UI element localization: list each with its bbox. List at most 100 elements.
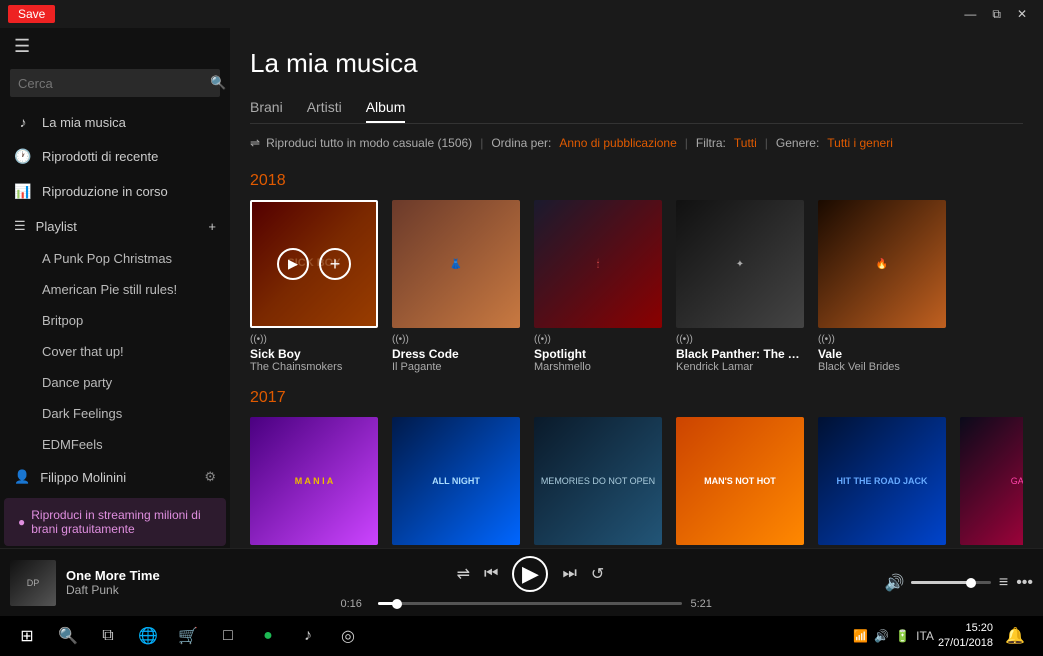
album-artist: Kendrick Lamar — [676, 361, 804, 373]
clock[interactable]: 15:20 27/01/2018 — [938, 621, 993, 652]
main-content: La mia musica Brani Artisti Album ⇌ Ripr… — [230, 28, 1043, 548]
main-header: La mia musica Brani Artisti Album — [230, 28, 1043, 136]
system-tray: 📶 🔊 🔋 ITA — [853, 629, 934, 643]
sidebar-playlist-dark[interactable]: Dark Feelings — [0, 398, 230, 429]
album-sick-boy[interactable]: SICK BOY ▶ + ((•)) Sick Boy The Chainsmo… — [250, 200, 378, 373]
np-album-art: DP — [10, 560, 56, 606]
np-progress-thumb — [392, 599, 402, 609]
play-button[interactable]: ▶ — [512, 556, 548, 592]
playlist-label: American Pie still rules! — [42, 282, 177, 297]
taskbar-files[interactable]: □ — [210, 618, 246, 654]
genre-label: Genere: — [776, 136, 819, 150]
np-progress-bar[interactable] — [378, 602, 682, 605]
repeat-button[interactable]: ↺ — [591, 564, 604, 584]
sidebar-playlist-american-pie[interactable]: American Pie still rules! — [0, 274, 230, 305]
tab-brani[interactable]: Brani — [250, 93, 283, 123]
music-icon: ♪ — [14, 114, 32, 130]
albums-row-2018: SICK BOY ▶ + ((•)) Sick Boy The Chainsmo… — [250, 200, 1023, 373]
sidebar-item-la-mia-musica[interactable]: ♪ La mia musica — [0, 105, 230, 139]
album-vale[interactable]: 🔥 ((•)) Vale Black Veil Brides — [818, 200, 946, 373]
np-time-total: 5:21 — [690, 598, 720, 610]
taskbar-task-view[interactable]: ⧉ — [90, 618, 126, 654]
albums-container: 2018 SICK BOY ▶ + ((•)) Sick Boy — [230, 160, 1043, 548]
sidebar-playlist-dance[interactable]: Dance party — [0, 367, 230, 398]
album-all-night[interactable]: ALL NIGHT ((•)) All Night Steve Aoki — [392, 417, 520, 548]
main-layout: ☰ 🔍 ♪ La mia musica 🕐 Riprodotti di rece… — [0, 28, 1043, 548]
album-name: Dress Code — [392, 347, 520, 361]
taskbar-icons: 🔍 ⧉ 🌐 🛒 □ ● ♪ ◎ — [50, 618, 853, 654]
add-icon[interactable]: + — [319, 248, 351, 280]
album-name: Spotlight — [534, 347, 662, 361]
album-artist: Marshmello — [534, 361, 662, 373]
playlist-section[interactable]: ☰ Playlist + — [0, 209, 230, 243]
playlist-label: Britpop — [42, 313, 83, 328]
volume-bar[interactable] — [911, 581, 991, 584]
menu-icon[interactable]: ☰ — [0, 28, 230, 65]
save-button[interactable]: Save — [8, 5, 55, 23]
album-gang[interactable]: GANG ((•)) GANG (feat. Kris Kiss) Merk &… — [960, 417, 1023, 548]
recent-icon: 🕐 — [14, 148, 32, 165]
playlist-label: A Punk Pop Christmas — [42, 251, 172, 266]
clock-time: 15:20 — [938, 621, 993, 636]
volume-tray-icon[interactable]: 🔊 — [874, 629, 889, 643]
taskbar-groove[interactable]: ♪ — [290, 618, 326, 654]
sidebar-playlist-cover[interactable]: Cover that up! — [0, 336, 230, 367]
taskbar-search[interactable]: 🔍 — [50, 618, 86, 654]
album-hit-the-road[interactable]: HIT THE ROAD JACK ((•)) Hit The Road Jac… — [818, 417, 946, 548]
album-mans-not-hot[interactable]: MAN'S NOT HOT ((•)) Man's Not Hot Big Sh… — [676, 417, 804, 548]
sidebar-playlist-punk-christmas[interactable]: A Punk Pop Christmas — [0, 243, 230, 274]
queue-button[interactable]: ≡ — [999, 574, 1008, 592]
sidebar-playlist-edmfeels[interactable]: EDMFeels — [0, 429, 230, 460]
album-black-panther[interactable]: ✦ ((•)) Black Panther: The Album Kendric… — [676, 200, 804, 373]
next-button[interactable]: ⏭ — [562, 565, 576, 583]
shuffle-button[interactable]: ⇌ — [457, 564, 470, 584]
user-item[interactable]: 👤 Filippo Molinini ⚙ — [0, 460, 230, 494]
search-input[interactable] — [10, 70, 202, 97]
genre-value[interactable]: Tutti i generi — [827, 136, 893, 150]
taskbar-spotify[interactable]: ● — [250, 618, 286, 654]
spotify-promo[interactable]: ● Riproduci in streaming milioni di bran… — [4, 498, 226, 546]
album-name: Sick Boy — [250, 347, 378, 361]
sidebar-item-riprodotti[interactable]: 🕐 Riprodotti di recente — [0, 139, 230, 174]
notification-button[interactable]: 🔔 — [997, 618, 1033, 654]
network-icon[interactable]: 📶 — [853, 629, 868, 643]
start-button[interactable]: ⊞ — [4, 616, 50, 656]
restore-button[interactable]: ⧉ — [984, 5, 1009, 24]
album-dress-code[interactable]: 👗 ((•)) Dress Code Il Pagante — [392, 200, 520, 373]
close-button[interactable]: ✕ — [1009, 5, 1035, 23]
tab-artisti[interactable]: Artisti — [307, 93, 342, 123]
album-spotlight[interactable]: 🕯 ((•)) Spotlight Marshmello — [534, 200, 662, 373]
album-artist: The Chainsmokers — [250, 361, 378, 373]
playlist-icon: ☰ — [14, 218, 26, 234]
album-mania[interactable]: M A N I A ((•)) M A N I A Fall Out Boy — [250, 417, 378, 548]
sort-label: Ordina per: — [491, 136, 551, 150]
gear-icon[interactable]: ⚙ — [204, 469, 216, 485]
album-type: ((•)) — [818, 334, 946, 345]
np-artist: Daft Punk — [66, 583, 186, 597]
battery-icon[interactable]: 🔋 — [895, 629, 910, 643]
volume-control: 🔊 — [885, 573, 991, 593]
spotify-icon: ● — [18, 515, 25, 529]
album-name: Black Panther: The Album — [676, 347, 804, 361]
np-right-controls: 🔊 ≡ ••• — [885, 573, 1033, 593]
taskbar-edge[interactable]: 🌐 — [130, 618, 166, 654]
prev-button[interactable]: ⏮ — [484, 565, 498, 583]
taskbar-store[interactable]: 🛒 — [170, 618, 206, 654]
sort-value[interactable]: Anno di pubblicazione — [559, 136, 676, 150]
sidebar-item-label: La mia musica — [42, 115, 126, 130]
minimize-button[interactable]: — — [956, 5, 984, 23]
album-memories[interactable]: MEMORIES DO NOT OPEN ((•)) Memories...Do… — [534, 417, 662, 548]
add-playlist-icon[interactable]: + — [208, 219, 216, 234]
tab-album[interactable]: Album — [366, 93, 406, 123]
year-2018: 2018 — [250, 172, 1023, 190]
more-button[interactable]: ••• — [1016, 574, 1033, 592]
taskbar-target[interactable]: ◎ — [330, 618, 366, 654]
sidebar-playlist-britpop[interactable]: Britpop — [0, 305, 230, 336]
filter-value[interactable]: Tutti — [734, 136, 757, 150]
play-icon[interactable]: ▶ — [277, 248, 309, 280]
shuffle-button[interactable]: ⇌ Riproduci tutto in modo casuale (1506) — [250, 136, 472, 150]
album-name: Vale — [818, 347, 946, 361]
np-info: One More Time Daft Punk — [66, 568, 186, 597]
sidebar-item-riproduzione[interactable]: 📊 Riproduzione in corso — [0, 174, 230, 209]
playlist-section-label: Playlist — [36, 219, 77, 234]
